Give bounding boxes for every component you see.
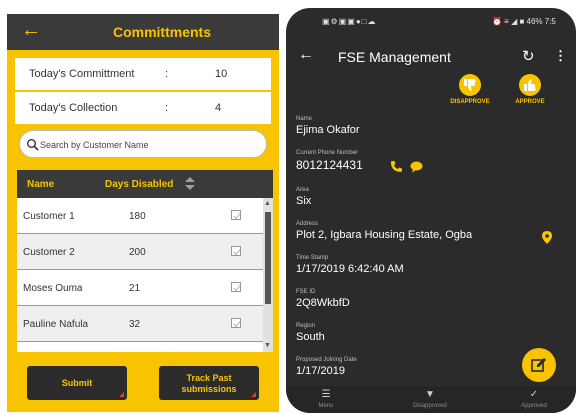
menu-icon: ☰ (321, 389, 331, 400)
field-value-time-stamp: 1/17/2019 6:42:40 AM (296, 263, 404, 275)
customers-table: Name Days Disabled Customer 1 180 Custom… (17, 170, 273, 352)
check-icon: ✓ (529, 389, 539, 400)
edit-fab-button[interactable] (522, 348, 556, 382)
table-row[interactable]: Customer 2 200 (17, 234, 263, 270)
track-past-submissions-button[interactable]: Track Past submissions (159, 366, 259, 400)
thumbs-down-icon (459, 74, 481, 96)
search-icon (27, 139, 39, 151)
track-button-label-line1: Track Past (186, 373, 232, 383)
commitments-screen: ← Committments Today's Committment : 10 … (7, 14, 279, 412)
refresh-icon[interactable]: ↻ (522, 47, 535, 65)
todays-collection-row: Today's Collection : 4 (15, 92, 271, 124)
table-row[interactable]: Pauline Nafula 32 (17, 306, 263, 342)
disapprove-label: DISAPPROVE (450, 99, 490, 105)
phone-icon[interactable] (390, 160, 403, 173)
edit-icon (531, 358, 546, 372)
customer-name: Customer 1 (23, 211, 75, 222)
stat-value: 10 (215, 68, 228, 80)
table-row[interactable]: Moses Ouma 21 (17, 270, 263, 306)
stat-separator: : (165, 68, 169, 80)
track-button-label-line2: submissions (181, 384, 237, 394)
field-label-address: Address (296, 221, 319, 227)
nav-approved[interactable]: ✓ Approved (494, 389, 574, 409)
nav-menu-label: Menu (318, 403, 334, 409)
field-label-time-stamp: Time Stamp (296, 255, 329, 261)
check-icon (233, 213, 241, 220)
approve-label: APPROVE (515, 99, 545, 105)
status-system-icons: ⏰ ≡ ◢ ■ 46% 7:5 (492, 17, 556, 26)
days-disabled: 180 (129, 211, 146, 222)
nav-disapproved[interactable]: ▼ Disapproved (390, 389, 470, 409)
bottom-navigation: ☰ Menu ▼ Disapproved ✓ Approved (286, 386, 576, 413)
customer-name: Customer 2 (23, 247, 75, 258)
todays-commitment-row: Today's Committment : 10 (15, 58, 271, 90)
customer-name: Moses Ouma (23, 283, 83, 294)
scroll-thumb[interactable] (265, 212, 271, 304)
check-icon (233, 285, 241, 292)
field-value-phone: 8012124431 (296, 158, 363, 172)
page-title: FSE Management (338, 49, 451, 65)
app-bar: ← FSE Management ↻ ⋮ (286, 38, 576, 74)
field-value-region: South (296, 331, 325, 343)
thumbs-up-icon (519, 74, 541, 96)
row-checkbox[interactable] (231, 318, 241, 328)
stat-separator: : (165, 102, 169, 114)
location-pin-icon[interactable] (542, 231, 552, 244)
field-label-area: Area (296, 187, 309, 193)
check-icon (233, 249, 241, 256)
nav-menu[interactable]: ☰ Menu (286, 389, 366, 409)
status-bar: ▣⚙▣▣●□☁ ⏰ ≡ ◢ ■ 46% 7:5 (286, 8, 576, 32)
page-title: Committments (112, 24, 211, 40)
nav-disapproved-label: Disapproved (413, 403, 447, 409)
search-placeholder: Search by Customer Name (40, 140, 149, 150)
field-value-area: Six (296, 195, 312, 207)
field-label-fse-id: FSE ID (296, 289, 316, 295)
row-checkbox[interactable] (231, 210, 241, 220)
corner-marker-icon (119, 392, 124, 397)
stat-label: Today's Collection (29, 102, 118, 114)
days-disabled: 200 (129, 247, 146, 258)
field-value-fse-id: 2Q8WkbfD (296, 297, 350, 309)
column-header-days-disabled[interactable]: Days Disabled (105, 179, 173, 190)
field-value-name: Ejima Okafor (296, 124, 360, 136)
field-label-proposed-joining-date: Proposed Joining Date (296, 357, 357, 363)
table-scrollbar[interactable]: ▲ ▼ (263, 198, 273, 352)
submit-button[interactable]: Submit (27, 366, 127, 400)
back-arrow-icon[interactable]: ← (298, 46, 314, 64)
corner-marker-icon (251, 392, 256, 397)
table-row[interactable]: Customer 1 180 (17, 198, 263, 234)
field-label-region: Region (296, 323, 316, 329)
app-bar: ← Committments (7, 14, 279, 50)
days-disabled: 21 (129, 283, 141, 294)
nav-approved-label: Approved (521, 403, 547, 409)
field-value-proposed-joining-date: 1/17/2019 (296, 365, 345, 377)
row-checkbox[interactable] (231, 246, 241, 256)
more-options-icon[interactable]: ⋮ (554, 48, 567, 64)
approve-button[interactable]: APPROVE (504, 74, 554, 110)
stat-label: Today's Committment (29, 68, 135, 80)
column-header-name[interactable]: Name (27, 179, 54, 190)
check-icon (233, 321, 241, 328)
scroll-down-icon[interactable]: ▼ (264, 342, 271, 350)
field-label-phone: Current Phone Number (296, 150, 359, 156)
fse-management-screen: ▣⚙▣▣●□☁ ⏰ ≡ ◢ ■ 46% 7:5 ← FSE Management… (286, 8, 576, 413)
thumbs-down-icon: ▼ (425, 389, 435, 400)
field-label-name: Name (296, 116, 313, 122)
row-checkbox[interactable] (231, 282, 241, 292)
scroll-up-icon[interactable]: ▲ (264, 200, 271, 208)
status-notification-icons: ▣⚙▣▣●□☁ (322, 17, 377, 26)
search-input[interactable]: Search by Customer Name (19, 130, 267, 158)
field-value-address: Plot 2, Igbara Housing Estate, Ogba (296, 229, 473, 241)
submit-button-label: Submit (61, 378, 93, 388)
stat-value: 4 (215, 102, 222, 114)
customer-name: Pauline Nafula (23, 319, 89, 330)
back-arrow-icon[interactable]: ← (21, 19, 41, 42)
table-header: Name Days Disabled (17, 170, 273, 198)
days-disabled: 32 (129, 319, 141, 330)
sort-icon[interactable] (185, 177, 195, 191)
disapprove-button[interactable]: DISAPPROVE (444, 74, 494, 110)
message-icon[interactable] (410, 161, 423, 173)
